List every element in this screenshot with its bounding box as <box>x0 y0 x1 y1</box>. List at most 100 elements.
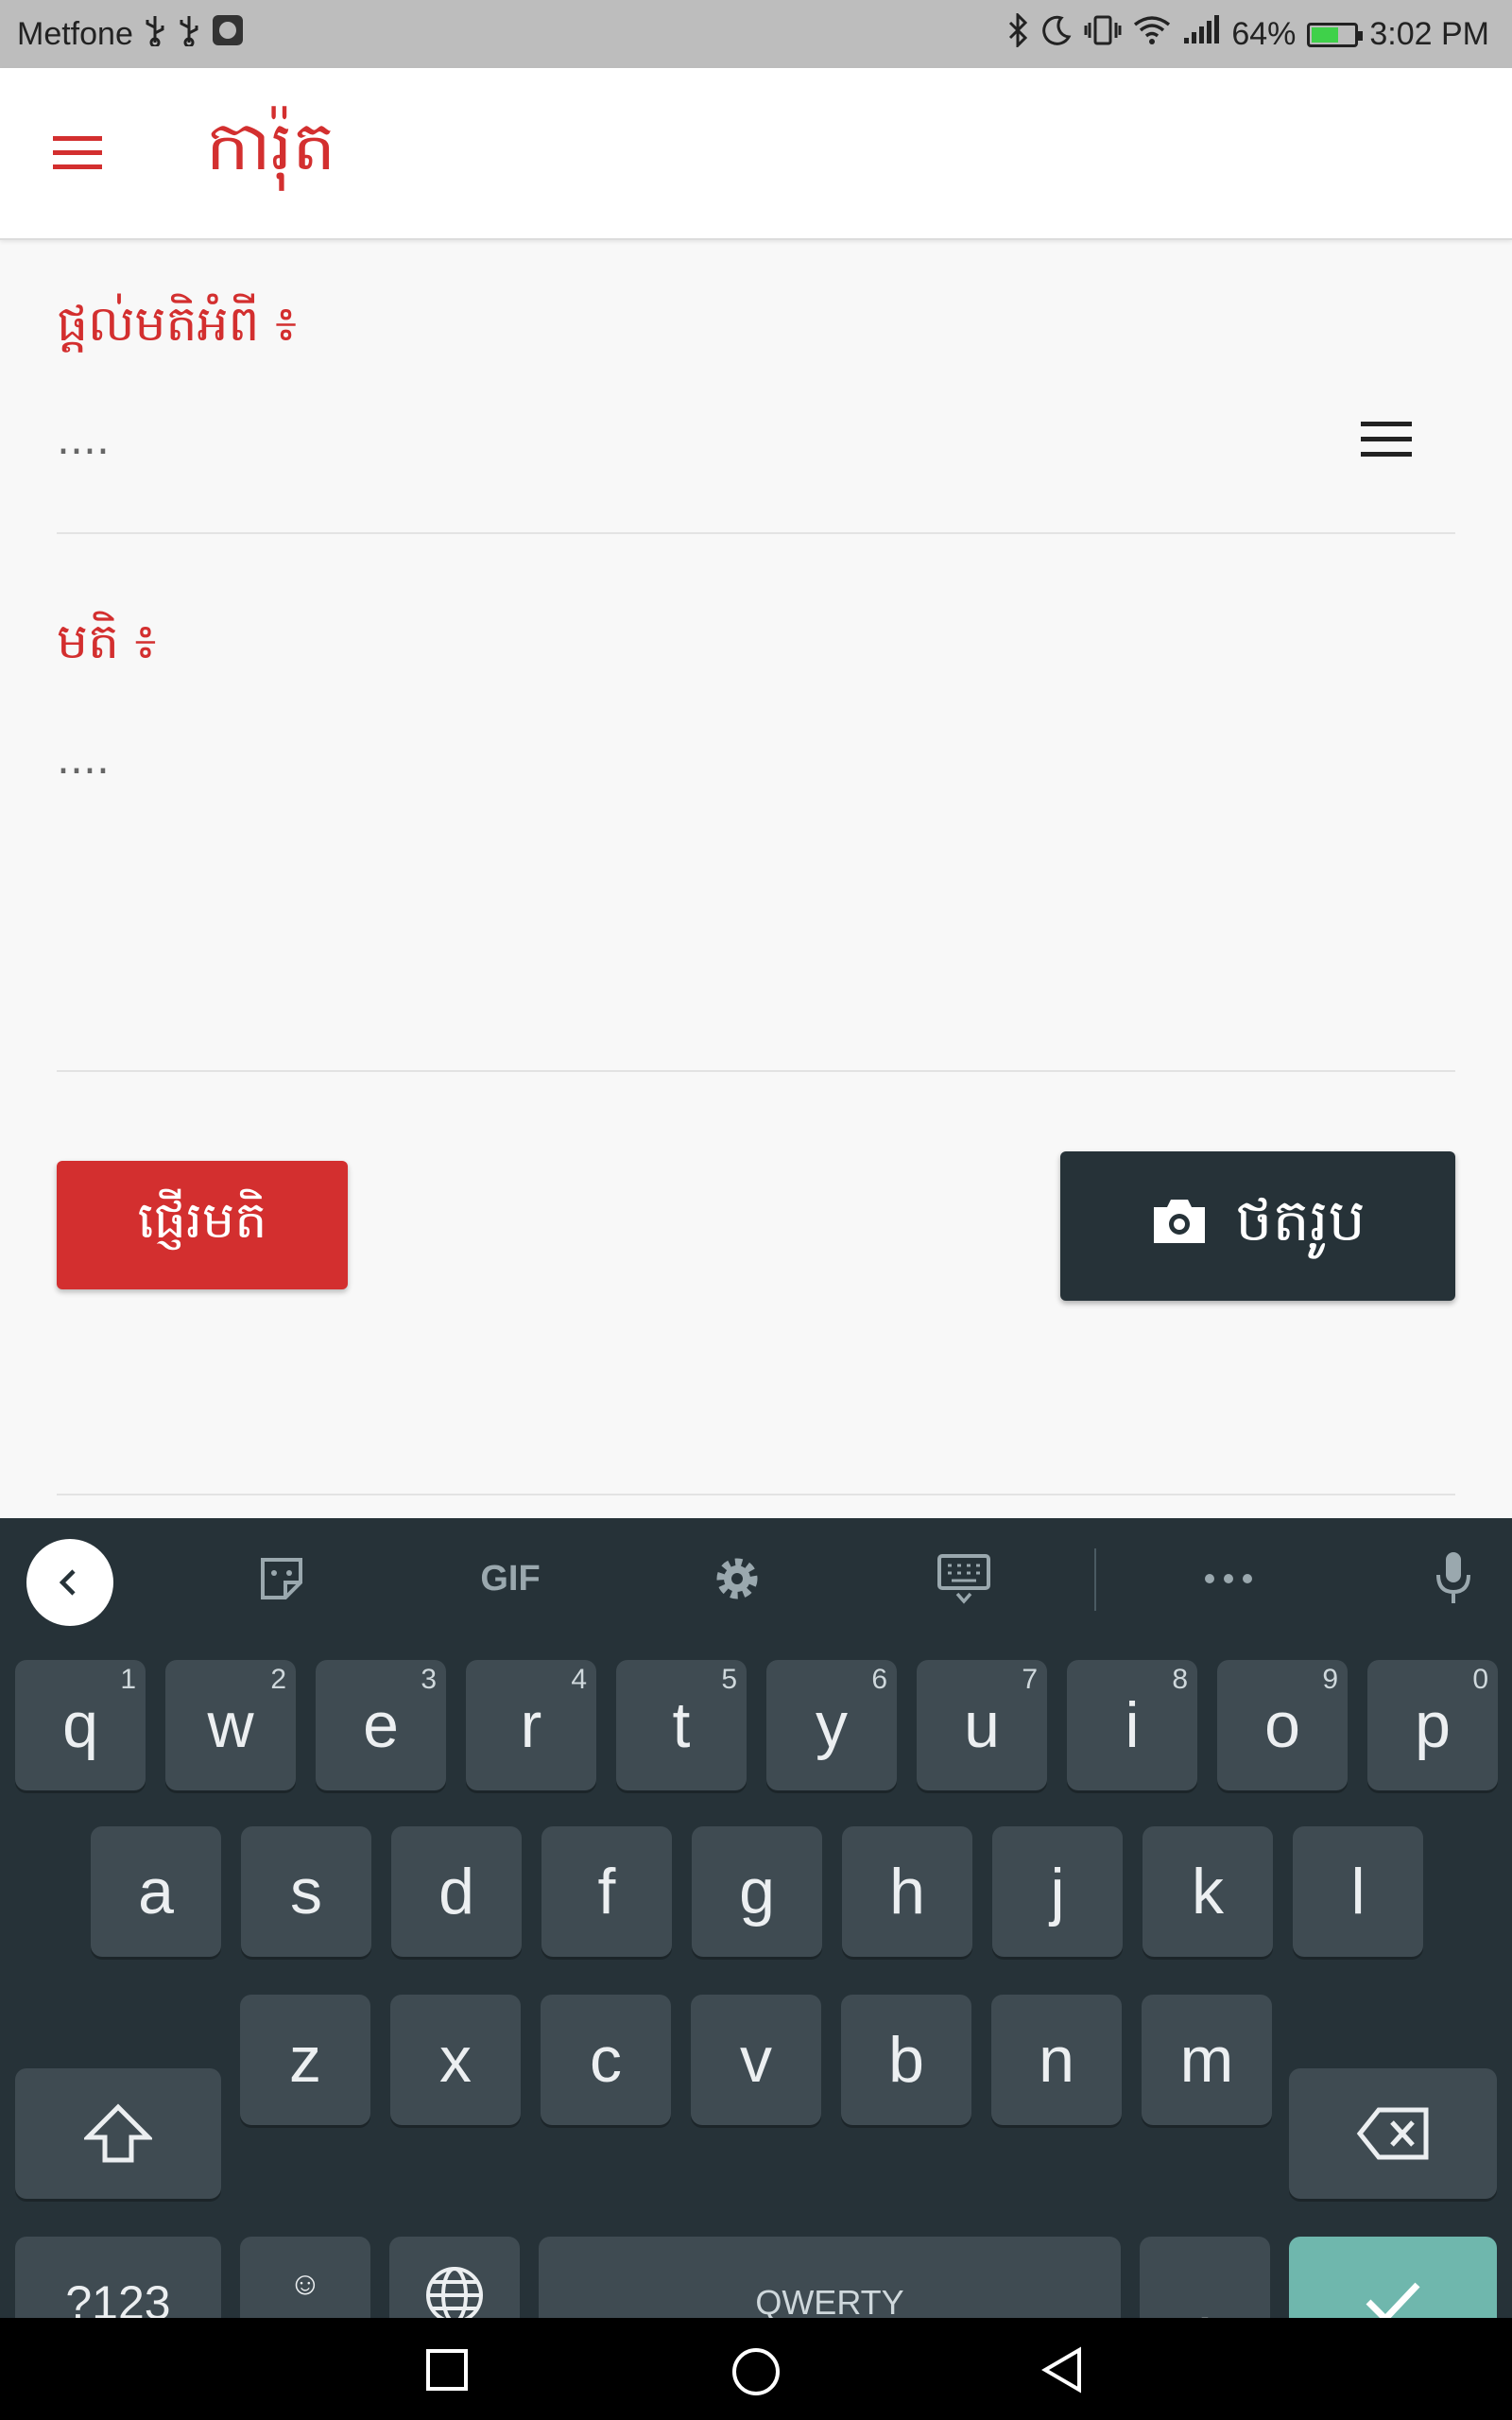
settings-icon[interactable] <box>709 1550 765 1607</box>
key-label: z <box>289 2024 321 2096</box>
key-n[interactable]: n <box>991 1995 1122 2125</box>
key-q[interactable]: q1 <box>15 1660 146 1790</box>
key-label: n <box>1039 2024 1074 2096</box>
key-c[interactable]: c <box>541 1995 671 2125</box>
shift-key[interactable] <box>15 2068 221 2199</box>
back-icon[interactable] <box>26 1539 113 1626</box>
key-a[interactable]: a <box>91 1826 221 1957</box>
send-feedback-button[interactable]: ផ្ញើរមតិ <box>57 1161 348 1289</box>
battery-percent: 64% <box>1231 16 1297 52</box>
battery-charging-icon <box>1307 22 1364 47</box>
key-label: g <box>739 1856 775 1927</box>
comment-divider <box>57 1070 1455 1072</box>
sticker-icon[interactable] <box>253 1550 310 1607</box>
clock: 3:02 PM <box>1369 16 1489 52</box>
key-label: h <box>889 1856 925 1927</box>
key-w[interactable]: w2 <box>165 1660 296 1790</box>
bluetooth-icon <box>1006 11 1029 56</box>
key-label: c <box>590 2024 622 2096</box>
take-photo-button[interactable]: ថតរូប <box>1060 1151 1455 1301</box>
comment-input[interactable]: .... <box>57 735 110 784</box>
key-g[interactable]: g <box>692 1826 822 1957</box>
topic-divider <box>57 532 1455 534</box>
hamburger-menu-icon[interactable] <box>49 125 106 182</box>
keyboard-icon[interactable] <box>936 1550 992 1607</box>
key-v[interactable]: v <box>691 1995 821 2125</box>
usb-icon <box>143 14 167 55</box>
key-hint: 7 <box>1022 1664 1038 1695</box>
gif-icon[interactable]: GIF <box>472 1550 548 1607</box>
key-hint: 4 <box>571 1664 587 1695</box>
camera-icon <box>1150 1192 1209 1261</box>
navigation-bar <box>0 2318 1512 2420</box>
status-bar: Metfone 64% 3:02 PM <box>0 0 1512 68</box>
list-menu-icon[interactable] <box>1357 416 1416 463</box>
key-hint: 1 <box>120 1664 136 1695</box>
vibrate-icon <box>1084 14 1122 55</box>
key-label: q <box>62 1689 98 1761</box>
take-photo-label: ថតរូប <box>1235 1184 1366 1254</box>
key-label: r <box>520 1689 542 1761</box>
key-k[interactable]: k <box>1143 1826 1273 1957</box>
topic-label: ផ្តល់មតិអំពី ៖ <box>57 296 297 353</box>
key-h[interactable]: h <box>842 1826 972 1957</box>
key-label: u <box>964 1689 1000 1761</box>
key-b[interactable]: b <box>841 1995 971 2125</box>
comment-label: មតិ ៖ <box>57 614 157 670</box>
key-label: t <box>672 1689 691 1761</box>
key-hint: 2 <box>270 1664 286 1695</box>
key-label: f <box>597 1856 616 1927</box>
key-o[interactable]: o9 <box>1217 1660 1348 1790</box>
key-d[interactable]: d <box>391 1826 522 1957</box>
wifi-icon <box>1133 15 1171 54</box>
key-label: y <box>816 1689 848 1761</box>
key-e[interactable]: e3 <box>316 1660 446 1790</box>
key-label: w <box>207 1689 254 1761</box>
key-t[interactable]: t5 <box>616 1660 747 1790</box>
topic-value[interactable]: .... <box>57 416 110 464</box>
back-nav-icon[interactable] <box>1040 2346 1087 2394</box>
key-label: i <box>1125 1689 1140 1761</box>
key-label: a <box>138 1856 174 1927</box>
key-hint: 5 <box>721 1664 737 1695</box>
key-label: s <box>290 1856 322 1927</box>
key-f[interactable]: f <box>541 1826 672 1957</box>
do-not-disturb-icon <box>1040 14 1073 55</box>
key-l[interactable]: l <box>1293 1826 1423 1957</box>
key-label: m <box>1179 2024 1234 2096</box>
key-z[interactable]: z <box>240 1995 370 2125</box>
key-p[interactable]: p0 <box>1367 1660 1498 1790</box>
signal-icon <box>1182 15 1220 54</box>
key-label: x <box>439 2024 472 2096</box>
page-title: ការ៉ុត <box>206 106 336 185</box>
key-r[interactable]: r4 <box>466 1660 596 1790</box>
key-m[interactable]: m <box>1142 1995 1272 2125</box>
key-label: k <box>1192 1856 1224 1927</box>
carrier-name: Metfone <box>17 16 133 52</box>
key-hint: 0 <box>1472 1664 1488 1695</box>
key-x[interactable]: x <box>390 1995 521 2125</box>
key-label: e <box>363 1689 399 1761</box>
backspace-key[interactable] <box>1289 2068 1497 2199</box>
key-j[interactable]: j <box>992 1826 1123 1957</box>
key-label: j <box>1050 1856 1065 1927</box>
key-y[interactable]: y6 <box>766 1660 897 1790</box>
key-hint: 3 <box>421 1664 437 1695</box>
home-icon[interactable] <box>730 2346 782 2397</box>
key-label: v <box>740 2024 772 2096</box>
microphone-icon[interactable] <box>1425 1550 1482 1607</box>
toolbar-separator <box>1094 1548 1096 1611</box>
key-hint: 9 <box>1322 1664 1338 1695</box>
send-feedback-label: ផ្ញើរមតិ <box>137 1189 267 1250</box>
more-icon[interactable] <box>1200 1550 1257 1607</box>
key-hint: 8 <box>1172 1664 1188 1695</box>
key-s[interactable]: s <box>241 1826 371 1957</box>
app-notification-icon <box>211 13 245 56</box>
bottom-divider <box>57 1494 1455 1495</box>
key-i[interactable]: i8 <box>1067 1660 1197 1790</box>
soft-keyboard: GIF q1w2e3r4t5y6u7i8o9p0 asdfghjkl zxcvb… <box>0 1518 1512 2369</box>
key-label: d <box>438 1856 474 1927</box>
recent-apps-icon[interactable] <box>423 2346 471 2394</box>
key-u[interactable]: u7 <box>917 1660 1047 1790</box>
usb-icon <box>177 14 201 55</box>
